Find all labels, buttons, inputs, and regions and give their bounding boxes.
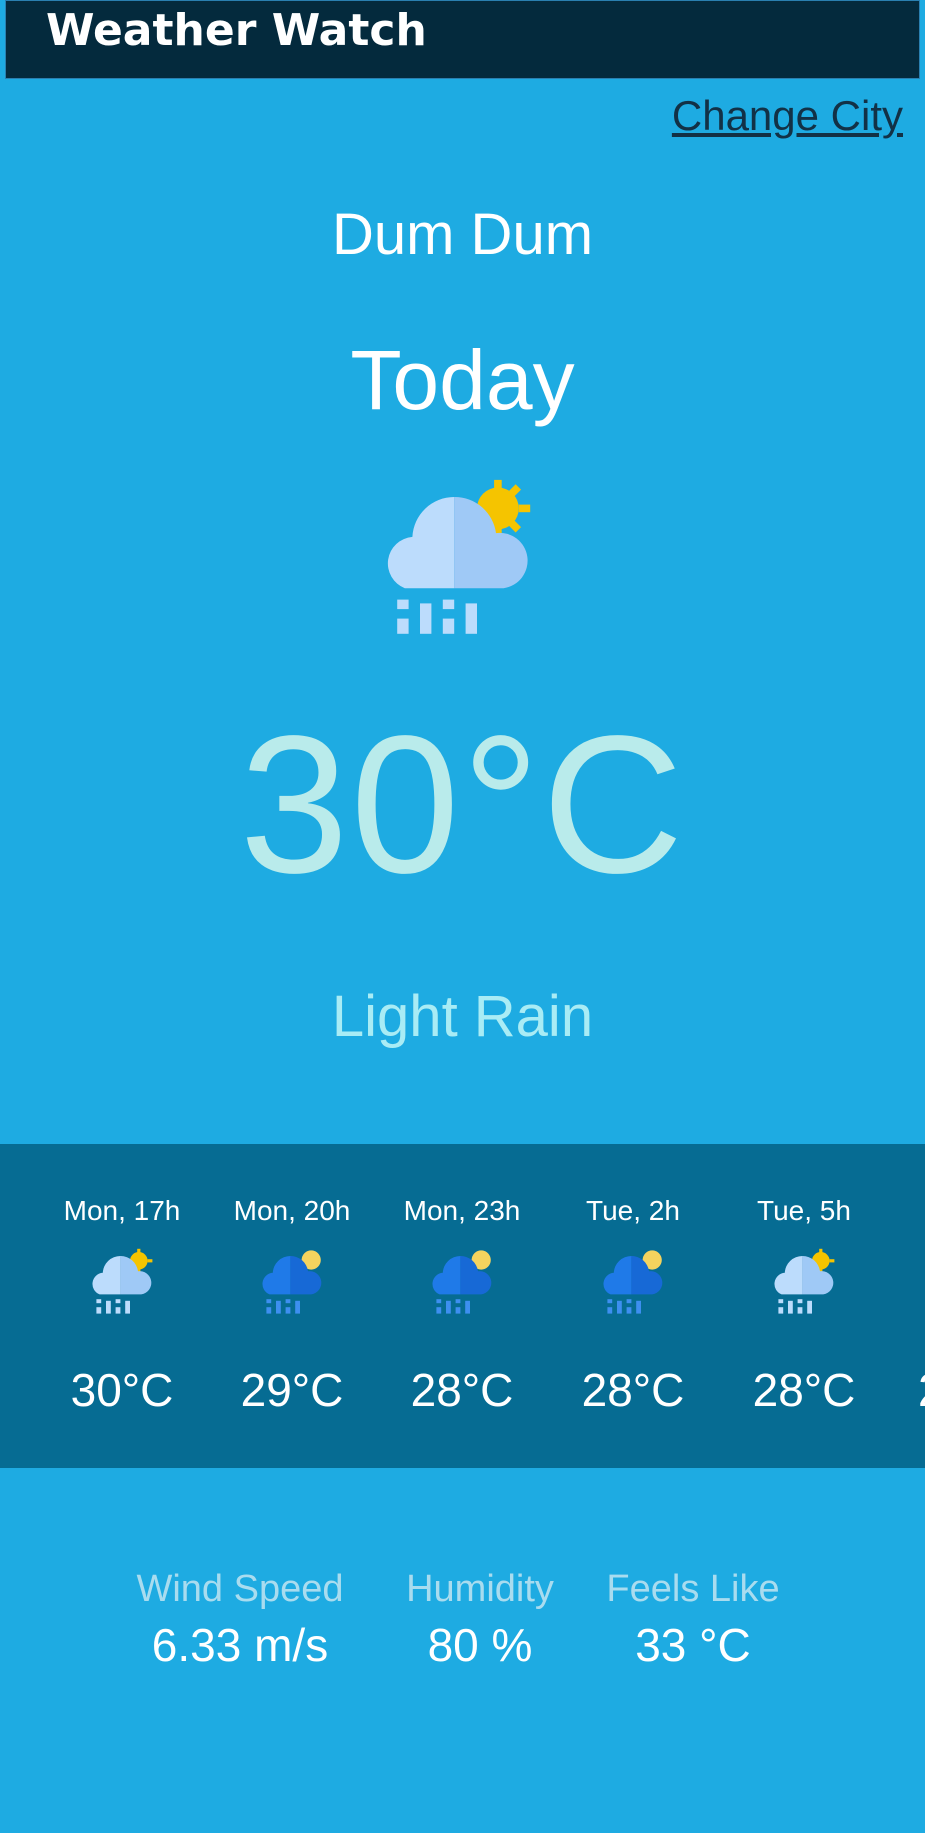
- forecast-temperature: 28°C: [581, 1364, 685, 1416]
- forecast-item: Mon, 20h 29°C: [207, 1144, 377, 1468]
- feels-like-value: 33 °C: [635, 1619, 751, 1671]
- weather-condition: Light Rain: [331, 984, 594, 1049]
- app-title: Weather Watch: [46, 5, 427, 56]
- forecast-time: Tue, 2h: [586, 1195, 680, 1226]
- wind-speed-value: 6.33 m/s: [151, 1619, 329, 1671]
- forecast-item: Mon, 17h 30°C: [37, 1144, 207, 1468]
- humidity-stat: Humidity 80 %: [390, 1566, 570, 1674]
- forecast-item: Tue, 2h 28°C: [548, 1144, 718, 1468]
- humidity-label: Humidity: [406, 1568, 554, 1610]
- cloud-rain-moon-icon: [432, 1250, 492, 1314]
- cloud-rain-sun-icon: [92, 1248, 153, 1314]
- day-label: Today: [350, 333, 575, 427]
- forecast-time: Mon, 23h: [403, 1195, 521, 1226]
- weather-app: Weather Watch Change City Dum Dum Today …: [0, 0, 925, 1833]
- forecast-partial-temperature: 2: [918, 1362, 925, 1418]
- cloud-rain-moon-icon: [262, 1250, 322, 1314]
- feels-like-label: Feels Like: [606, 1568, 780, 1610]
- wind-speed-label: Wind Speed: [136, 1568, 344, 1610]
- forecast-temperature: 28°C: [752, 1364, 856, 1416]
- forecast-item: Mon, 23h 28°C: [377, 1144, 547, 1468]
- feels-like-stat: Feels Like 33 °C: [598, 1566, 788, 1674]
- app-header: Weather Watch: [5, 0, 920, 79]
- forecast-time: Mon, 20h: [233, 1195, 351, 1226]
- humidity-value: 80 %: [427, 1619, 533, 1671]
- forecast-item: Tue, 5h 28°C: [719, 1144, 889, 1468]
- current-temperature: 30°C: [239, 695, 686, 914]
- forecast-temperature: 29°C: [240, 1364, 344, 1416]
- wind-speed-stat: Wind Speed 6.33 m/s: [130, 1566, 350, 1674]
- weather-stats: Wind Speed 6.33 m/s Humidity 80 % Feels …: [0, 1566, 925, 1686]
- hourly-forecast-strip[interactable]: Mon, 17h 30°C Mon, 20h 29°C Mon, 23h 28°…: [0, 1144, 925, 1468]
- cloud-rain-sun-icon: [387, 479, 531, 634]
- forecast-time: Mon, 17h: [63, 1195, 181, 1226]
- forecast-temperature: 28°C: [410, 1364, 514, 1416]
- forecast-temperature: 30°C: [70, 1364, 174, 1416]
- forecast-time: Tue, 5h: [757, 1195, 851, 1226]
- cloud-rain-sun-icon: [774, 1248, 835, 1314]
- change-city-link[interactable]: Change City: [672, 92, 903, 140]
- cloud-rain-moon-icon: [603, 1250, 663, 1314]
- city-name: Dum Dum: [331, 202, 594, 267]
